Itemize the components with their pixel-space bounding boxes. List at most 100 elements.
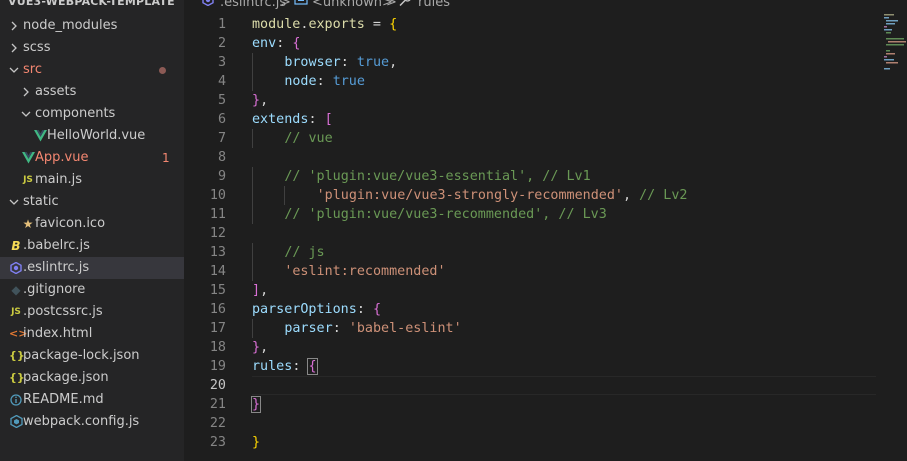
vue-icon: [33, 125, 47, 147]
tree-file-postcssrc-js[interactable]: JS .postcssrc.js: [0, 301, 184, 323]
tree-folder-scss[interactable]: scss: [0, 37, 184, 59]
code-line[interactable]: // 'plugin:vue/vue3-recommended', // Lv3: [284, 205, 606, 224]
code-line[interactable]: },: [252, 338, 268, 357]
breadcrumb-file[interactable]: .eslintrc.js: [220, 0, 286, 10]
html-icon: <>: [9, 327, 28, 340]
code-token: 'babel-eslint': [348, 321, 462, 336]
tree-file-main-js[interactable]: JS main.js: [0, 169, 184, 191]
tree-folder-node-modules[interactable]: node_modules: [0, 15, 184, 37]
tree-item-label: favicon.ico: [35, 216, 106, 231]
code-line[interactable]: module.exports = {: [252, 15, 397, 34]
code-token: ,: [389, 55, 398, 70]
code-line[interactable]: env: {: [252, 34, 300, 53]
code-line[interactable]: ],: [252, 281, 268, 300]
line-number: 20: [209, 378, 226, 393]
webpack-icon: [9, 411, 23, 433]
babel-icon: B: [11, 239, 21, 253]
code-line[interactable]: // vue: [284, 129, 332, 148]
line-number: 16: [209, 302, 226, 317]
breadcrumb-file-icon: [202, 0, 214, 10]
json-icon: {}: [9, 349, 25, 362]
code-token: :: [340, 55, 357, 70]
code-line[interactable]: // js: [284, 243, 324, 262]
matched-bracket: }: [250, 396, 262, 413]
line-number: 8: [217, 150, 226, 165]
code-line[interactable]: extends: [: [252, 110, 333, 129]
indent-guide: [252, 243, 253, 262]
tree-item-label: .postcssrc.js: [23, 304, 103, 319]
code-line[interactable]: rules: {: [252, 357, 318, 376]
code-line[interactable]: 'eslint:recommended': [284, 262, 445, 281]
info-icon: [9, 389, 23, 411]
code-token: ]: [252, 283, 261, 298]
tree-file-favicon-ico[interactable]: ★ favicon.ico: [0, 213, 184, 235]
line-number: 5: [217, 93, 226, 108]
code-token: rules: [252, 359, 293, 374]
code-token: ,: [260, 283, 269, 298]
tree-item-label: package.json: [23, 370, 109, 385]
tree-folder-src[interactable]: src: [0, 59, 184, 81]
indent-guide: [252, 72, 253, 91]
tree-file-eslintrc-js[interactable]: .eslintrc.js: [0, 257, 184, 279]
code-line[interactable]: // 'plugin:vue/vue3-essential', // Lv1: [284, 167, 590, 186]
tree-file-package-lock-json[interactable]: {} package-lock.json: [0, 345, 184, 367]
tree-file-helloworld-vue[interactable]: HelloWorld.vue: [0, 125, 184, 147]
line-number: 13: [209, 245, 226, 260]
tree-file-readme-md[interactable]: README.md: [0, 389, 184, 411]
line-number: 15: [209, 283, 226, 298]
code-token: }: [252, 435, 261, 450]
tree-folder-components[interactable]: components: [0, 103, 184, 125]
breadcrumb-symbol[interactable]: rules: [418, 0, 450, 10]
code-line[interactable]: }: [250, 395, 262, 414]
chevron-down-icon: [7, 191, 21, 213]
line-number: 21: [209, 397, 226, 412]
breadcrumb: .eslintrc.js > <unknown> > rules: [184, 0, 907, 14]
indent-guide: [252, 205, 253, 224]
tree-file-babelrc-js[interactable]: B .babelrc.js: [0, 235, 184, 257]
tree-file-gitignore[interactable]: ◆ .gitignore: [0, 279, 184, 301]
tree-folder-assets[interactable]: assets: [0, 81, 184, 103]
code-token: browser: [284, 55, 341, 70]
js-icon: JS: [11, 307, 21, 317]
code-line[interactable]: parserOptions: {: [252, 300, 381, 319]
code-line[interactable]: node: true: [284, 72, 365, 91]
tree-file-package-json[interactable]: {} package.json: [0, 367, 184, 389]
code-token: :: [316, 74, 333, 89]
code-line[interactable]: },: [252, 91, 268, 110]
code-token: {: [292, 36, 301, 51]
minimap[interactable]: [883, 12, 907, 72]
breadcrumb-separator-2: >: [386, 0, 397, 10]
code-line[interactable]: browser: true,: [284, 53, 397, 72]
explorer-project-title[interactable]: VUE3-WEBPACK-TEMPLATE: [8, 0, 175, 10]
chevron-right-icon: [7, 37, 21, 59]
code-token: extends: [252, 112, 309, 127]
line-number: 4: [217, 74, 226, 89]
tree-folder-static[interactable]: static: [0, 191, 184, 213]
code-token: 'plugin:vue/vue3-strongly-recommended': [316, 188, 623, 203]
breadcrumb-module[interactable]: <unknown>: [312, 0, 393, 10]
eslint-icon: [9, 257, 23, 279]
code-token: }: [252, 93, 261, 108]
star-icon: ★: [22, 217, 34, 231]
code-token: true: [332, 74, 365, 89]
tree-file-app-vue[interactable]: App.vue 1: [0, 147, 184, 169]
indent-guide: [252, 186, 253, 205]
line-number: 23: [209, 435, 226, 450]
code-editor[interactable]: .eslintrc.js > <unknown> > rules 1234567…: [184, 0, 907, 461]
line-number: 3: [217, 55, 226, 70]
line-number: 7: [217, 131, 226, 146]
vue-icon: [21, 147, 35, 169]
code-line[interactable]: parser: 'babel-eslint': [284, 319, 461, 338]
code-line[interactable]: 'plugin:vue/vue3-strongly-recommended', …: [317, 186, 688, 205]
tree-file-webpack-config-js[interactable]: webpack.config.js: [0, 411, 184, 433]
tree-item-label: README.md: [23, 392, 104, 407]
tree-item-label: package-lock.json: [23, 348, 140, 363]
chevron-down-icon: [19, 103, 33, 125]
code-token: // 'plugin:vue/vue3-recommended', // Lv3: [284, 207, 607, 222]
code-token: // js: [284, 245, 325, 260]
code-line[interactable]: }: [252, 433, 260, 452]
tree-file-index-html[interactable]: <> index.html: [0, 323, 184, 345]
code-token: // Lv2: [639, 188, 688, 203]
indent-guide: [284, 186, 286, 205]
code-token: ,: [260, 340, 269, 355]
